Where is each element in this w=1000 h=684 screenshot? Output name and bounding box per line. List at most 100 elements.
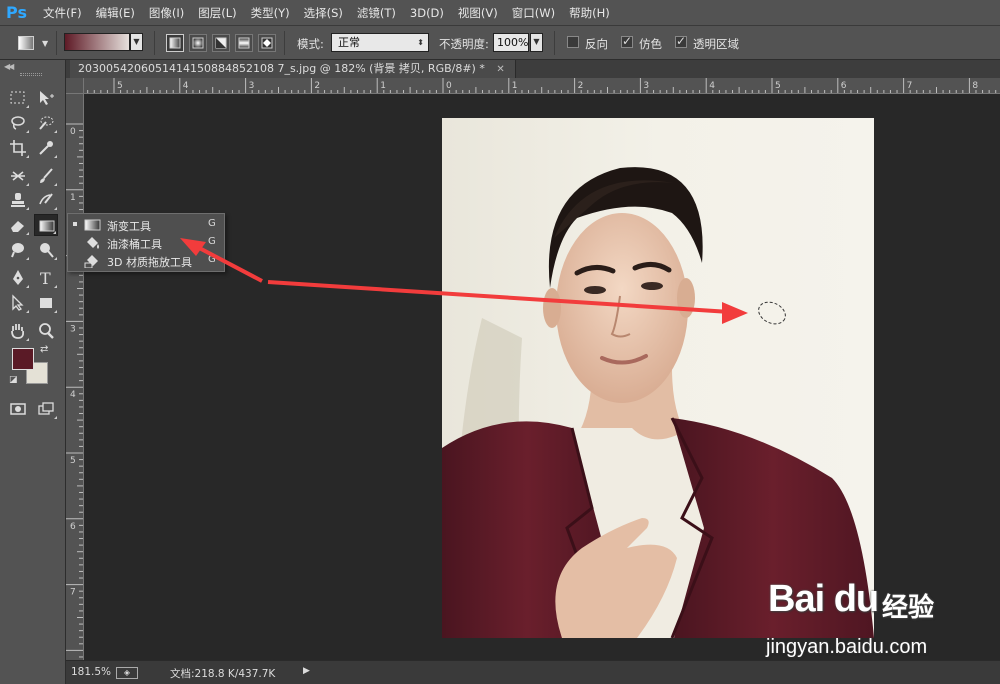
foreground-color-swatch[interactable] (12, 348, 34, 370)
rectangle-tool[interactable] (34, 292, 58, 314)
healing-brush-tool[interactable] (6, 165, 30, 187)
eraser-tool[interactable] (6, 214, 30, 236)
gradient-preview[interactable] (64, 33, 130, 51)
reflected-gradient-icon (238, 37, 250, 49)
hand-tool[interactable] (6, 320, 30, 342)
portrait-photo[interactable] (442, 118, 874, 638)
dither-label: 仿色 (639, 37, 662, 51)
crop-icon (10, 140, 26, 156)
default-colors-icon[interactable]: ◪ (9, 375, 18, 385)
close-icon[interactable]: ✕ (496, 64, 504, 75)
history-brush-tool[interactable] (34, 189, 58, 211)
paint-bucket-icon (87, 237, 99, 249)
swap-colors-icon[interactable]: ⇄ (40, 344, 48, 355)
crop-tool[interactable] (6, 137, 30, 159)
path-selection-icon (12, 294, 24, 311)
document-tab[interactable]: 2030054206051414150884852108 7_s.jpg @ 1… (70, 60, 516, 78)
ruler-label: 3 (249, 81, 255, 91)
flyout-item-gradient[interactable]: 渐变工具 G (68, 216, 224, 234)
menu-file[interactable]: 文件(F) (36, 5, 89, 21)
ruler-label: 6 (841, 81, 847, 91)
tool-preset-picker[interactable]: ▼ (14, 33, 52, 53)
reflected-gradient-button[interactable] (235, 34, 253, 52)
opacity-dropdown-button[interactable]: ▼ (530, 33, 543, 52)
photoshop-window: Ps 文件(F) 编辑(E) 图像(I) 图层(L) 类型(Y) 选择(S) 滤… (0, 0, 1000, 684)
portrait-illustration (442, 118, 874, 638)
ruler-label: 4 (70, 390, 76, 400)
menu-3d[interactable]: 3D(D) (403, 6, 451, 20)
horizontal-ruler[interactable]: 5 4 3 2 1 0 1 2 3 4 5 6 7 8 (84, 78, 1000, 94)
dither-checkbox[interactable] (621, 34, 633, 48)
collapse-arrows-icon[interactable]: ◀◀ (4, 62, 14, 71)
zoom-tool[interactable] (34, 320, 58, 342)
gradient-tool-icon (18, 36, 34, 50)
ps-logo: Ps (6, 2, 27, 22)
status-menu-arrow-icon[interactable]: ▶ (303, 666, 310, 676)
screen-mode-button[interactable] (34, 398, 58, 420)
ruler-label: 4 (709, 81, 715, 91)
quick-selection-tool[interactable] (34, 112, 58, 134)
path-selection-tool[interactable] (6, 292, 30, 314)
ruler-label: 0 (70, 127, 76, 137)
divider (154, 31, 155, 55)
radial-gradient-button[interactable] (189, 34, 207, 52)
stamp-icon (11, 193, 25, 207)
blur-tool[interactable] (6, 239, 30, 261)
menu-select[interactable]: 选择(S) (297, 5, 350, 21)
healing-brush-icon (11, 171, 25, 181)
menu-window[interactable]: 窗口(W) (505, 5, 562, 21)
angle-gradient-button[interactable] (212, 34, 230, 52)
gradient-dropdown-button[interactable]: ▼ (130, 33, 143, 51)
dodge-tool[interactable] (34, 239, 58, 261)
lasso-tool[interactable] (6, 112, 30, 134)
reverse-checkbox[interactable] (567, 36, 579, 48)
opacity-input[interactable]: 100% (493, 33, 529, 52)
radial-gradient-icon (192, 37, 204, 49)
document-tab-title: 2030054206051414150884852108 7_s.jpg @ 1… (78, 62, 485, 75)
flyout-item-3d-material-drop[interactable]: 3D 材质拖放工具 G (68, 252, 224, 270)
menu-type[interactable]: 类型(Y) (244, 5, 297, 21)
eyedropper-tool[interactable] (34, 137, 58, 159)
flyout-shortcut: G (208, 236, 216, 247)
menu-filter[interactable]: 滤镜(T) (350, 5, 403, 21)
brush-tool[interactable] (34, 165, 58, 187)
clone-stamp-tool[interactable] (6, 189, 30, 211)
gradient-icon (84, 219, 101, 231)
vertical-ruler[interactable]: 01234567 (66, 94, 84, 660)
menu-image[interactable]: 图像(I) (142, 5, 191, 21)
marquee-tool[interactable] (6, 87, 30, 109)
menu-help[interactable]: 帮助(H) (562, 5, 617, 21)
divider (284, 31, 285, 55)
zoom-level[interactable]: 181.5% (71, 666, 111, 678)
blur-icon (11, 243, 24, 258)
quick-mask-button[interactable] (6, 398, 30, 420)
linear-gradient-icon (169, 37, 181, 49)
dodge-icon (40, 243, 54, 258)
screen-mode-icon (38, 402, 54, 415)
type-icon: T (40, 269, 51, 287)
ruler-label: 2 (314, 81, 320, 91)
diamond-gradient-button[interactable] (258, 34, 276, 52)
info-icon[interactable]: ◈ (116, 667, 138, 679)
linear-gradient-button[interactable] (166, 34, 184, 52)
ruler-label: 8 (972, 81, 978, 91)
move-tool[interactable] (34, 87, 58, 109)
flyout-item-paint-bucket[interactable]: 油漆桶工具 G (68, 234, 224, 252)
mode-select[interactable]: 正常 ⬍ (331, 33, 429, 52)
vertical-ruler-ticks: 01234567 (66, 123, 83, 658)
type-tool[interactable]: T (34, 267, 58, 289)
ruler-label: 4 (183, 81, 189, 91)
transparency-checkbox[interactable] (675, 34, 687, 48)
panel-grip[interactable] (20, 73, 42, 76)
gradient-tool[interactable] (34, 214, 58, 236)
lasso-icon (11, 116, 25, 130)
menu-edit[interactable]: 编辑(E) (89, 5, 142, 21)
horizontal-ruler-ticks: 5 4 3 2 1 0 1 2 3 4 5 6 7 8 (87, 78, 997, 93)
baidu-jingyan-text: 经验 (882, 593, 935, 623)
ruler-origin[interactable] (66, 78, 84, 94)
ruler-label: 2 (578, 81, 584, 91)
menu-view[interactable]: 视图(V) (451, 5, 505, 21)
pen-tool[interactable] (6, 267, 30, 289)
document-size: 文档:218.8 K/437.7K (170, 668, 276, 680)
menu-layer[interactable]: 图层(L) (191, 5, 243, 21)
